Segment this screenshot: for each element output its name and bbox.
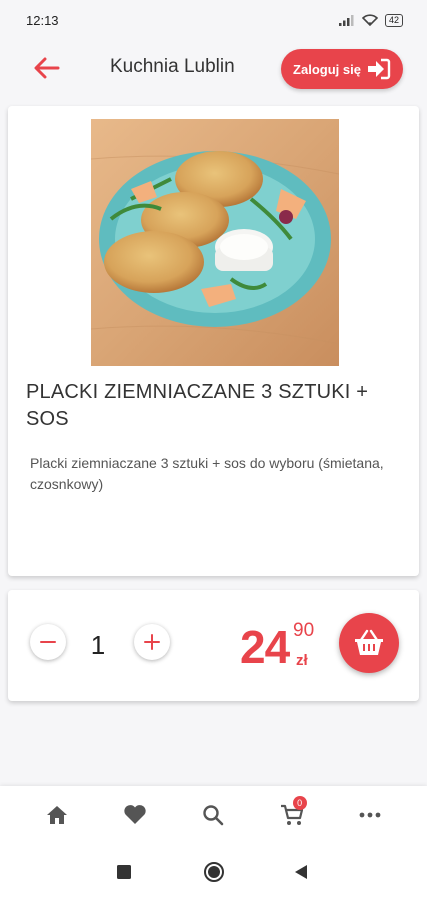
cart-badge: 0 bbox=[292, 795, 307, 810]
product-image bbox=[91, 119, 339, 366]
bottom-navigation: 0 bbox=[0, 786, 427, 843]
add-to-basket-button[interactable] bbox=[339, 613, 399, 673]
price-main: 24 bbox=[240, 621, 290, 673]
status-time: 12:13 bbox=[26, 12, 59, 28]
signal-icon bbox=[338, 15, 354, 26]
nav-home[interactable] bbox=[32, 790, 82, 840]
order-card: 1 24 90 zł bbox=[8, 590, 419, 701]
recents-button[interactable] bbox=[113, 861, 135, 883]
system-back-button[interactable] bbox=[290, 861, 312, 883]
more-icon bbox=[359, 812, 381, 817]
heart-icon bbox=[124, 805, 146, 824]
product-description: Placki ziemniaczane 3 sztuki + sos do wy… bbox=[30, 455, 384, 492]
price-currency: zł bbox=[296, 652, 308, 669]
status-bar: 12:13 42 bbox=[0, 0, 427, 40]
nav-search[interactable] bbox=[188, 790, 238, 840]
app-header: Kuchnia Lublin Zaloguj się bbox=[0, 44, 427, 92]
increase-quantity-button[interactable] bbox=[134, 624, 170, 660]
login-icon bbox=[367, 58, 391, 80]
recents-icon bbox=[117, 865, 131, 879]
system-navigation bbox=[0, 843, 427, 900]
page-title: Kuchnia Lublin bbox=[110, 56, 235, 77]
quantity-value: 1 bbox=[90, 630, 106, 660]
back-button[interactable] bbox=[28, 52, 66, 84]
battery-icon: 42 bbox=[384, 13, 403, 27]
plus-icon bbox=[144, 634, 160, 650]
nav-more[interactable] bbox=[345, 790, 395, 840]
system-home-button[interactable] bbox=[203, 861, 225, 883]
nav-favorites[interactable] bbox=[110, 790, 160, 840]
login-button-label: Zaloguj się bbox=[293, 61, 361, 77]
home-icon bbox=[47, 805, 68, 824]
minus-icon bbox=[40, 641, 56, 643]
search-icon bbox=[203, 804, 224, 825]
product-name: PLACKI ZIEMNIACZANE 3 SZTUKI + SOS bbox=[26, 381, 369, 430]
home-circle-icon bbox=[204, 862, 224, 882]
login-button[interactable]: Zaloguj się bbox=[281, 49, 403, 89]
status-icons: 42 bbox=[338, 13, 403, 27]
price: 24 90 zł bbox=[240, 618, 320, 678]
nav-cart[interactable]: 0 bbox=[267, 790, 317, 840]
wifi-icon bbox=[361, 14, 378, 26]
basket-icon bbox=[355, 629, 383, 655]
decrease-quantity-button[interactable] bbox=[30, 624, 66, 660]
price-cents: 90 bbox=[293, 620, 315, 641]
product-card: PLACKI ZIEMNIACZANE 3 SZTUKI + SOS Plack… bbox=[8, 106, 419, 576]
back-arrow-icon bbox=[34, 57, 60, 79]
back-triangle-icon bbox=[295, 865, 307, 879]
